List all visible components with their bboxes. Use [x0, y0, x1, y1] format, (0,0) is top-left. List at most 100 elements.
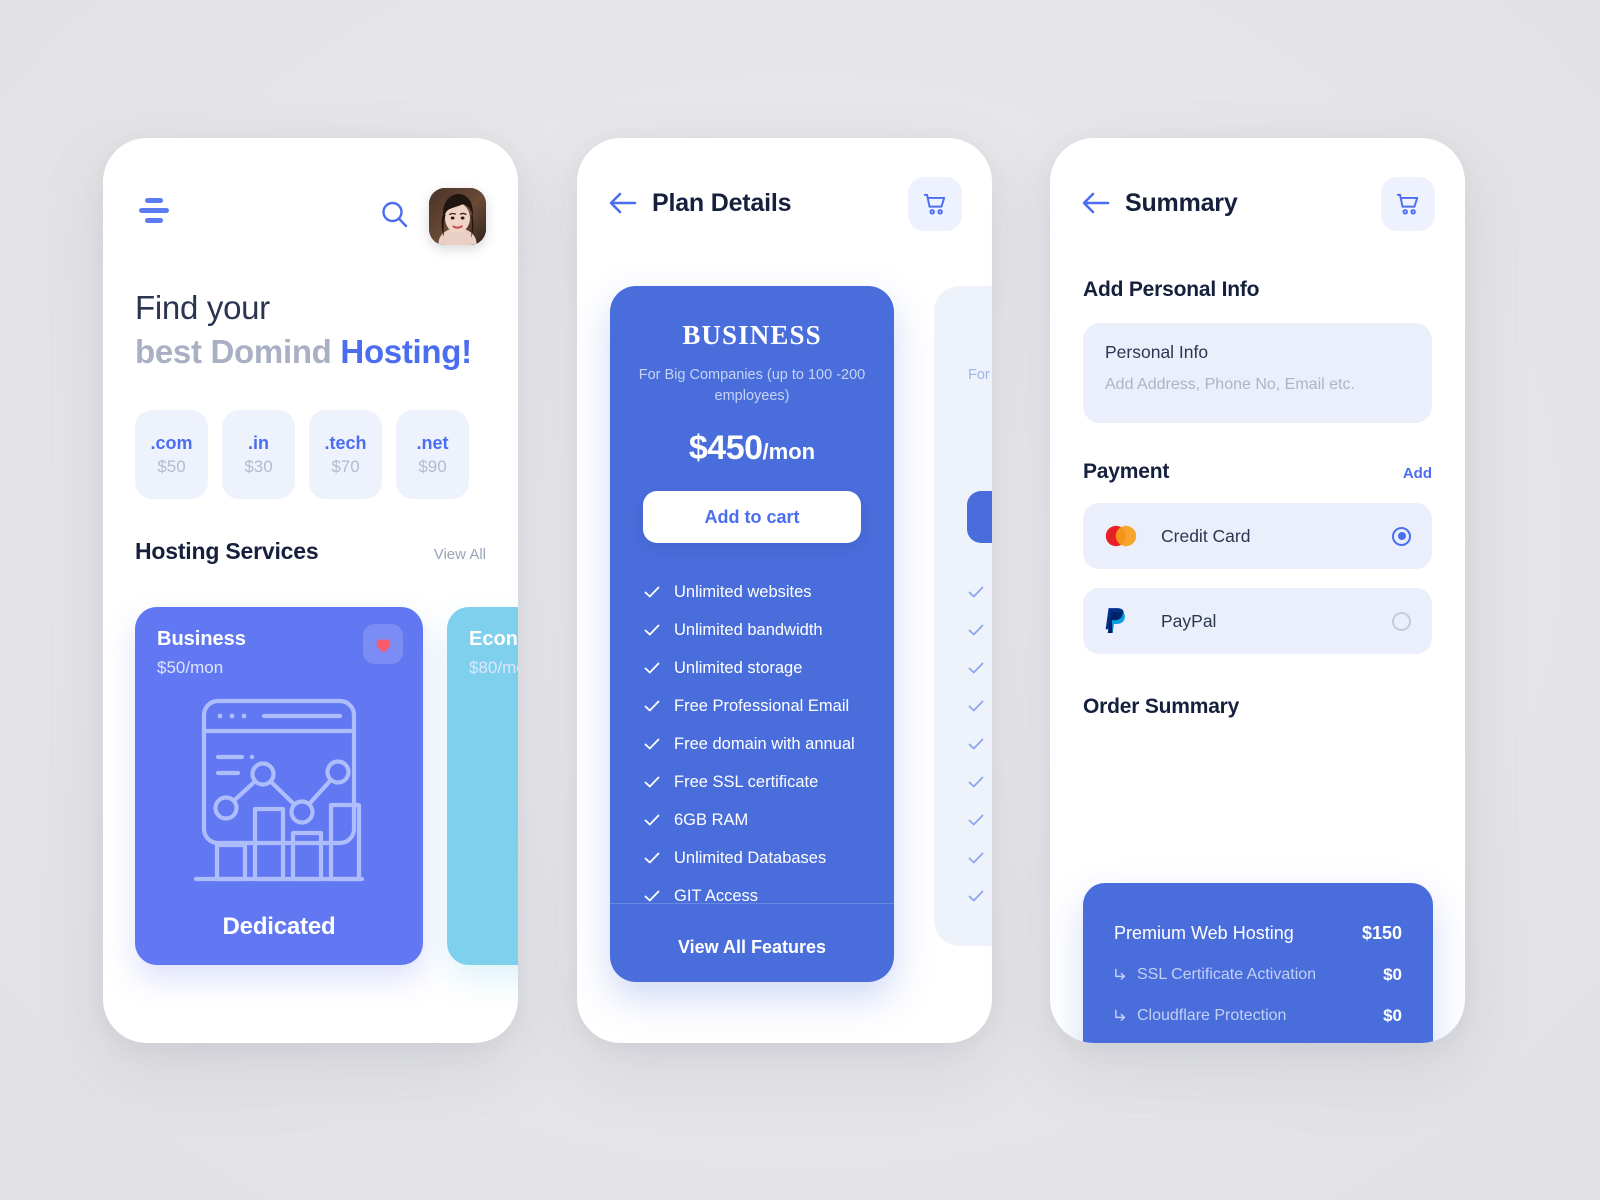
shopping-cart-icon	[1396, 193, 1418, 215]
order-line-item: Cloudflare Protection $0	[1114, 995, 1402, 1036]
payment-heading-row: Payment Add	[1083, 460, 1432, 484]
plan-price: $250/mon	[934, 429, 992, 468]
plan-feature-item: Unlimited storage	[644, 649, 894, 687]
payment-method-credit-card[interactable]: Credit Card	[1083, 503, 1432, 569]
payment-method-label: Credit Card	[1161, 525, 1251, 546]
domain-chip-name: .in	[248, 432, 269, 453]
plan-card-business[interactable]: BUSINESS For Big Companies (up to 100 -2…	[610, 286, 894, 982]
plan-feature-item: Unlimited websites	[644, 573, 894, 611]
domain-chip-price: $90	[418, 456, 447, 476]
order-line-item: SSL Certificate Activation $0	[1114, 954, 1402, 995]
payment-radio-paypal[interactable]	[1392, 611, 1411, 631]
hamburger-menu-icon[interactable]	[134, 196, 174, 226]
add-to-cart-button[interactable]: Add to cart	[967, 491, 992, 543]
payment-method-paypal[interactable]: PayPal	[1083, 588, 1432, 654]
order-line-item: Taxes & Fees $50	[1114, 1036, 1402, 1043]
check-icon	[644, 662, 660, 674]
view-all-features-link[interactable]: View All Features	[610, 937, 894, 958]
analytics-illustration	[190, 695, 368, 892]
payment-radio-credit-card[interactable]	[1392, 526, 1411, 546]
search-icon[interactable]	[379, 199, 411, 231]
service-card-footer: Shared	[447, 913, 518, 941]
check-icon	[644, 852, 660, 864]
check-icon	[968, 586, 984, 598]
order-item-label: SSL Certificate Activation	[1137, 965, 1317, 983]
check-icon	[968, 890, 984, 902]
hero-heading: Find your best Domind Hosting!	[135, 286, 472, 374]
order-item-label: Cloudflare Protection	[1137, 1006, 1287, 1024]
order-item-name: SSL Certificate Activation	[1114, 966, 1316, 984]
plan-name: PREMIUM	[934, 320, 992, 351]
service-card-footer: Dedicated	[222, 913, 336, 940]
check-icon	[968, 700, 984, 712]
home-header	[103, 138, 518, 250]
plan-feature-item: Free SSL certificate	[644, 763, 894, 801]
check-icon	[644, 776, 660, 788]
personal-info-placeholder: Add Address, Phone No, Email etc.	[1105, 376, 1355, 393]
plan-feature-label: Unlimited websites	[674, 582, 812, 601]
hosting-services-header: Hosting Services View All	[135, 538, 486, 565]
payment-heading: Payment	[1083, 460, 1170, 483]
plan-feature-item: 6GB RAM	[968, 801, 992, 839]
plan-card-list: BUSINESS For Big Companies (up to 100 -2…	[610, 286, 992, 982]
avatar[interactable]	[429, 188, 486, 245]
view-all-link[interactable]: View All	[434, 546, 486, 563]
back-arrow-icon[interactable]	[1078, 185, 1114, 221]
plan-feature-item: Unlimited storage	[968, 649, 992, 687]
plan-feature-label: Free SSL certificate	[674, 772, 819, 791]
check-icon	[968, 852, 984, 864]
service-card-price: $80/mon	[469, 658, 518, 677]
summary-body: Add Personal Info Personal Info Add Addr…	[1083, 278, 1433, 1043]
personal-info-label: Personal Info	[1105, 342, 1209, 362]
domain-chip-com[interactable]: .com $50	[135, 410, 208, 499]
domain-chip-tech[interactable]: .tech $70	[309, 410, 382, 499]
hero-line-2-accent: Hosting!	[340, 333, 472, 370]
plan-feature-label: Unlimited Databases	[674, 848, 827, 867]
plan-feature-item: Unlimited bandwidth	[968, 611, 992, 649]
domain-chip-net[interactable]: .net $90	[396, 410, 469, 499]
check-icon	[644, 814, 660, 826]
domain-chip-in[interactable]: .in $30	[222, 410, 295, 499]
plan-feature-list: Unlimited websites Unlimited bandwidth U…	[968, 573, 992, 915]
phone-screen-home: Find your best Domind Hosting! .com $50 …	[103, 138, 518, 1043]
add-to-cart-button[interactable]: Add to cart	[643, 491, 861, 543]
page-title: Plan Details	[652, 189, 792, 217]
plan-feature-item: 6GB RAM	[644, 801, 894, 839]
service-card-business[interactable]: Business $50/mon Dedicated	[135, 607, 423, 965]
plan-feature-item: Unlimited Databases	[968, 839, 992, 877]
service-card-economy[interactable]: Economy $80/mon	[447, 607, 518, 965]
payment-add-link[interactable]: Add	[1403, 465, 1432, 482]
cart-button[interactable]	[908, 177, 962, 231]
sub-item-arrow-icon	[1115, 968, 1126, 980]
check-icon	[968, 814, 984, 826]
personal-info-field[interactable]: Personal Info Add Address, Phone No, Ema…	[1083, 323, 1432, 423]
order-item-name: Premium Web Hosting	[1114, 923, 1294, 943]
check-icon	[644, 700, 660, 712]
back-arrow-icon[interactable]	[605, 185, 641, 221]
plan-feature-item: GIT Access	[968, 877, 992, 915]
shopping-cart-icon	[923, 193, 945, 215]
favorite-button[interactable]	[363, 624, 403, 664]
design-canvas: Find your best Domind Hosting! .com $50 …	[0, 0, 1600, 1200]
check-icon	[644, 624, 660, 636]
server-illustration	[502, 695, 518, 892]
hero-line-1: Find your	[135, 289, 270, 326]
cart-button[interactable]	[1381, 177, 1435, 231]
plan-card-premium[interactable]: PREMIUM For Medium Companies (up to 50 -…	[934, 286, 992, 946]
plan-feature-item: Unlimited Databases	[644, 839, 894, 877]
check-icon	[968, 662, 984, 674]
plan-price-period: /mon	[762, 439, 816, 464]
plan-feature-list: Unlimited websites Unlimited bandwidth U…	[644, 573, 894, 915]
heart-icon	[376, 638, 390, 652]
order-item-value: $0	[1383, 1005, 1402, 1025]
order-item-value: $150	[1361, 923, 1402, 943]
order-summary-card: Premium Web Hosting $150 SSL Certificate…	[1083, 883, 1433, 1043]
plan-subtitle: For Big Companies (up to 100 -200 employ…	[638, 367, 866, 404]
plan-feature-item: GIT Access	[644, 877, 894, 915]
sub-item-arrow-icon	[1115, 1009, 1126, 1021]
plan-feature-item: Unlimited websites	[968, 573, 992, 611]
personal-info-heading: Add Personal Info	[1083, 278, 1260, 301]
page-title: Summary	[1125, 189, 1238, 217]
paypal-icon	[1104, 604, 1138, 638]
service-card-name: Business	[157, 628, 246, 650]
